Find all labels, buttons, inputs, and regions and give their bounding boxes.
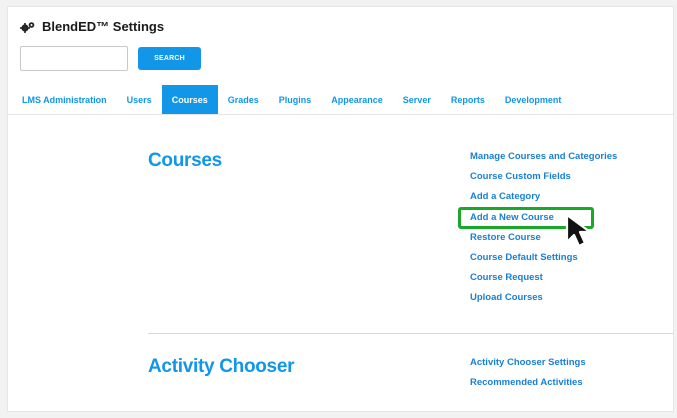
section-heading-activity-chooser: Activity Chooser [148,356,295,377]
link-upload-courses[interactable]: Upload Courses [470,288,617,308]
page-header: BlendED™ Settings [20,19,164,34]
tab-reports[interactable]: Reports [441,85,495,115]
link-recommended-activities[interactable]: Recommended Activities [470,373,586,393]
activity-chooser-links: Activity Chooser Settings Recommended Ac… [470,353,586,393]
search-input[interactable] [20,46,128,71]
section-heading-courses: Courses [148,150,222,171]
tab-lms-administration[interactable]: LMS Administration [12,85,117,115]
link-course-default-settings[interactable]: Course Default Settings [470,248,617,268]
tabs-divider [8,114,673,115]
link-course-request[interactable]: Course Request [470,268,617,288]
tab-development[interactable]: Development [495,85,572,115]
link-activity-chooser-settings[interactable]: Activity Chooser Settings [470,353,586,373]
link-add-a-category[interactable]: Add a Category [470,187,617,207]
cursor-arrow-icon [565,213,592,248]
gears-icon [20,21,35,33]
section-divider [148,333,673,334]
tab-server[interactable]: Server [393,85,441,115]
settings-tabs: LMS Administration Users Courses Grades … [12,85,571,115]
tab-courses[interactable]: Courses [161,85,218,115]
page-title: BlendED™ Settings [42,19,165,34]
tab-plugins[interactable]: Plugins [269,85,322,115]
link-course-custom-fields[interactable]: Course Custom Fields [470,167,617,187]
search-button[interactable]: SEARCH [138,47,201,70]
link-manage-courses-and-categories[interactable]: Manage Courses and Categories [470,147,617,167]
tab-grades[interactable]: Grades [218,85,269,115]
tab-appearance[interactable]: Appearance [321,85,393,115]
settings-panel: BlendED™ Settings SEARCH LMS Administrat… [7,6,674,412]
tab-users[interactable]: Users [117,85,162,115]
